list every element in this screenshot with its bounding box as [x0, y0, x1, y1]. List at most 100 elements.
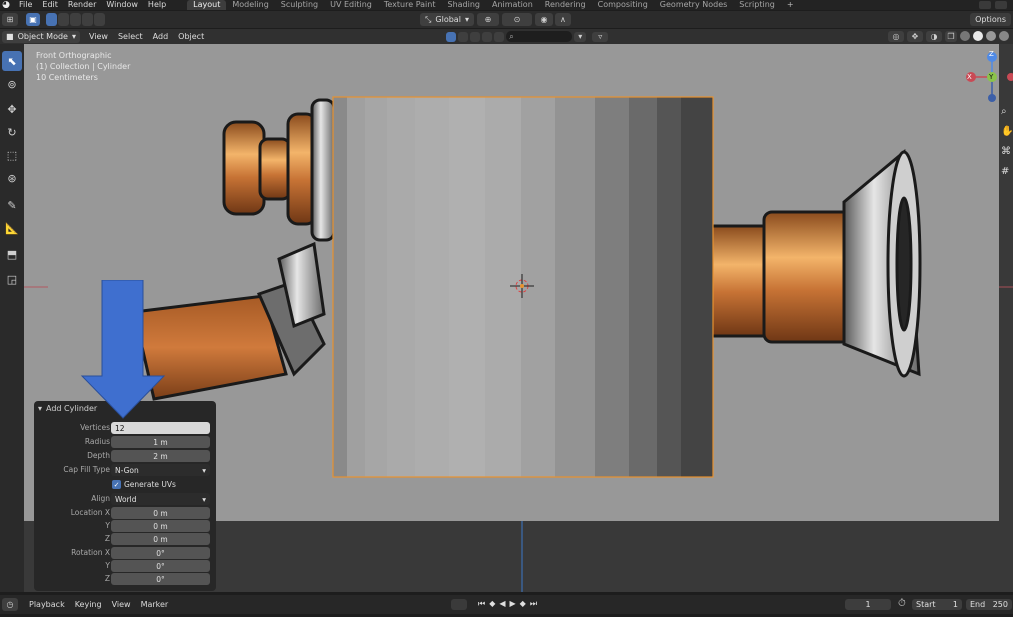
cursor-icon[interactable]: ⊚ — [2, 74, 22, 94]
pivot-point-icon[interactable]: ⊕ — [476, 13, 499, 26]
search-input[interactable]: ⌕ — [506, 31, 573, 42]
blender-logo-icon[interactable]: ◕ — [0, 0, 12, 10]
jump-end-icon[interactable]: ⏭ — [530, 599, 537, 609]
next-keyframe-icon[interactable]: ◆ — [520, 599, 526, 609]
radius-field[interactable]: 1 m — [111, 436, 210, 448]
extend-selection-icon[interactable] — [58, 13, 69, 26]
location-x-field[interactable]: 0 m — [111, 507, 210, 519]
menu-add[interactable]: Add — [148, 32, 174, 41]
add-workspace-icon[interactable]: + — [781, 0, 800, 10]
subtract-selection-icon[interactable] — [70, 13, 81, 26]
hand-icon[interactable]: ✋ — [1001, 126, 1013, 137]
overlay-icon[interactable]: ◑ — [926, 31, 942, 42]
tool-settings-bar: ⊞ ▣ ⤡ Global ▾ ⊕ ⊙ ◉ ∧ Options — [0, 11, 1013, 28]
generate-uvs-checkbox[interactable]: ✓ Generate UVs — [112, 480, 176, 489]
scale-icon[interactable]: ⬚ — [2, 145, 22, 165]
move-icon[interactable]: ✥ — [2, 99, 22, 119]
rotation-y-label: Y — [105, 561, 110, 570]
cap-fill-dropdown[interactable]: N-Gon ▾ — [111, 464, 210, 476]
camera-filter-icon[interactable] — [482, 31, 493, 42]
orientation-value: Global — [435, 15, 461, 24]
zoom-icon[interactable]: ⌕ — [1001, 106, 1007, 117]
solid-shading-icon[interactable] — [973, 31, 983, 41]
menu-window[interactable]: Window — [101, 0, 143, 10]
play-icon[interactable]: ▶ — [510, 599, 516, 609]
end-frame-field[interactable]: End 250 — [966, 599, 1012, 610]
location-z-field[interactable]: 0 m — [111, 533, 210, 545]
gizmo-icon[interactable]: ✥ — [907, 31, 923, 42]
options-dropdown[interactable]: Options — [970, 13, 1011, 26]
measure-icon[interactable]: 📐 — [2, 218, 22, 238]
tab-sculpting[interactable]: Sculpting — [275, 0, 324, 10]
tab-uv-editing[interactable]: UV Editing — [324, 0, 378, 10]
tab-texture-paint[interactable]: Texture Paint — [378, 0, 442, 10]
depth-field[interactable]: 2 m — [111, 450, 210, 462]
visibility-icon[interactable]: ◎ — [888, 31, 904, 42]
rotate-icon[interactable]: ↻ — [2, 122, 22, 142]
menu-edit[interactable]: Edit — [37, 0, 63, 10]
select-tool-icon[interactable]: ⬉ — [2, 51, 22, 71]
play-reverse-icon[interactable]: ◀ — [499, 599, 505, 609]
empty-filter-icon[interactable] — [494, 31, 505, 42]
light-filter-icon[interactable] — [470, 31, 481, 42]
editor-type-icon[interactable]: ◷ — [2, 598, 18, 611]
jump-start-icon[interactable]: ⏮ — [478, 599, 485, 609]
menu-help[interactable]: Help — [143, 0, 171, 10]
tab-scripting[interactable]: Scripting — [733, 0, 781, 10]
menu-timeline-view[interactable]: View — [107, 600, 136, 609]
object-mode-dropdown[interactable]: ■ Object Mode ▾ — [2, 30, 80, 43]
menu-view[interactable]: View — [84, 32, 113, 41]
new-selection-icon[interactable] — [46, 13, 57, 26]
tab-rendering[interactable]: Rendering — [539, 0, 592, 10]
edit-tool-icon[interactable]: ◲ — [2, 269, 22, 289]
prev-keyframe-icon[interactable]: ◆ — [489, 599, 495, 609]
menu-marker[interactable]: Marker — [136, 600, 174, 609]
restrict-toggle-icon[interactable]: ▿ — [592, 31, 609, 42]
add-cube-icon[interactable]: ⬒ — [2, 244, 22, 264]
tab-animation[interactable]: Animation — [486, 0, 539, 10]
invert-selection-icon[interactable] — [82, 13, 93, 26]
menu-playback[interactable]: Playback — [24, 600, 70, 609]
menu-file[interactable]: File — [14, 0, 37, 10]
proportional-editing-icon[interactable]: ◉ — [534, 13, 553, 26]
current-frame-field[interactable]: 1 — [845, 599, 891, 610]
menu-object[interactable]: Object — [173, 32, 209, 41]
rendered-shading-icon[interactable] — [999, 31, 1009, 41]
filter-dropdown-icon[interactable]: ▾ — [574, 31, 587, 42]
align-dropdown[interactable]: World ▾ — [111, 493, 210, 505]
intersect-selection-icon[interactable] — [94, 13, 105, 26]
annotate-icon[interactable]: ✎ — [2, 195, 22, 215]
location-z-label: Z — [104, 534, 110, 543]
snap-icon[interactable]: ⊙ — [501, 13, 532, 26]
tab-layout[interactable]: Layout — [187, 0, 227, 10]
tab-compositing[interactable]: Compositing — [592, 0, 654, 10]
vertices-field[interactable]: 12 — [111, 422, 210, 434]
menu-keying[interactable]: Keying — [70, 600, 107, 609]
location-y-field[interactable]: 0 m — [111, 520, 210, 532]
rotation-y-field[interactable]: 0° — [111, 560, 210, 572]
tab-geometry-nodes[interactable]: Geometry Nodes — [654, 0, 733, 10]
editor-type-icon[interactable]: ⊞ — [2, 13, 18, 26]
tab-shading[interactable]: Shading — [441, 0, 486, 10]
stopwatch-icon[interactable]: ⏱ — [898, 598, 906, 609]
orientation-dropdown[interactable]: ⤡ Global ▾ — [420, 13, 474, 26]
camera-icon[interactable]: ⌘ — [1001, 146, 1011, 157]
grid-icon[interactable]: # — [1001, 166, 1009, 177]
mesh-filter-icon[interactable] — [458, 31, 469, 42]
material-shading-icon[interactable] — [986, 31, 996, 41]
menu-select[interactable]: Select — [113, 32, 148, 41]
falloff-icon[interactable]: ∧ — [554, 13, 571, 26]
record-icon[interactable] — [451, 599, 467, 610]
menu-render[interactable]: Render — [63, 0, 101, 10]
scene-icon[interactable] — [979, 1, 991, 9]
transform-icon[interactable]: ⊛ — [2, 168, 22, 188]
view-layer-icon[interactable] — [995, 1, 1007, 9]
rotation-x-field[interactable]: 0° — [111, 547, 210, 559]
tab-modeling[interactable]: Modeling — [226, 0, 274, 10]
xray-icon[interactable]: ❐ — [945, 31, 957, 42]
object-type-icon[interactable] — [446, 31, 457, 42]
rotation-z-field[interactable]: 0° — [111, 573, 210, 585]
select-box-icon[interactable]: ▣ — [26, 13, 40, 26]
wireframe-shading-icon[interactable] — [960, 31, 970, 41]
start-frame-field[interactable]: Start 1 — [912, 599, 962, 610]
